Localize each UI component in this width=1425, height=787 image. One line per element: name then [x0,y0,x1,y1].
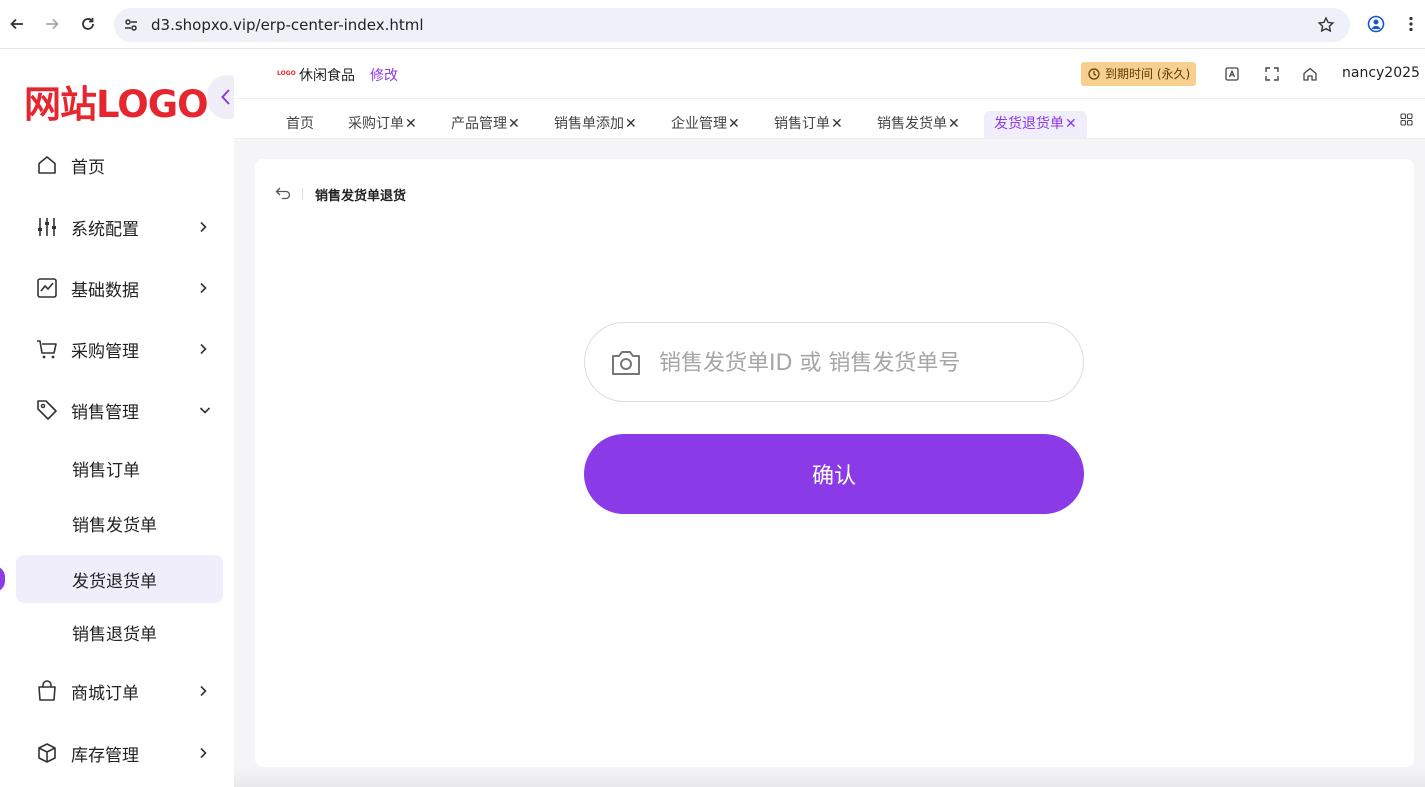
sidebar-item-label: 首页 [71,157,105,178]
sidebar-item-sales[interactable]: 销售管理 [16,386,223,434]
back-return-icon[interactable] [275,186,291,200]
chart-icon [36,277,58,299]
sidebar-item-mall-orders[interactable]: 商城订单 [16,667,223,715]
sidebar-item-inventory[interactable]: 库存管理 [16,729,223,777]
main-content: 销售发货单退货 确认 [255,159,1414,767]
tab-label: 企业管理 [671,116,727,132]
tab-label: 发货退货单 [994,116,1064,132]
camera-icon[interactable] [609,347,643,379]
tab-delivery-return[interactable]: 发货退货单✕ [984,111,1087,138]
sidebar-subitem-label: 销售订单 [72,460,140,481]
sidebar-item-label: 基础数据 [71,280,139,301]
bag-icon [36,680,58,702]
sidebar-item-label: 商城订单 [71,683,139,704]
tab-purchase-order[interactable]: 采购订单✕ [348,111,417,138]
sidebar-subitem-sales-order[interactable]: 销售订单 [16,444,223,492]
sidebar-subitem-label: 销售退货单 [72,624,157,645]
bookmark-star-icon[interactable] [1317,16,1335,34]
browser-menu-icon[interactable] [1400,13,1422,35]
chevron-right-icon [199,343,207,355]
sidebar-subitem-sales-delivery[interactable]: 销售发货单 [16,499,223,547]
confirm-button[interactable]: 确认 [584,434,1084,514]
search-field[interactable] [584,322,1084,402]
chevron-right-icon [199,221,207,233]
chevron-right-icon [199,747,207,759]
close-icon[interactable]: ✕ [508,116,520,132]
shop-name: 休闲食品 [299,68,355,84]
reload-icon[interactable] [77,13,99,35]
tab-home[interactable]: 首页 [286,111,314,138]
translate-icon[interactable] [1224,66,1240,82]
close-icon[interactable]: ✕ [1065,116,1077,132]
address-bar[interactable]: d3.shopxo.vip/erp-center-index.html [114,8,1350,42]
page-title: 销售发货单退货 [315,189,407,204]
home-icon [36,154,58,176]
sidebar-item-home[interactable]: 首页 [16,141,223,189]
tab-sales-order-add[interactable]: 销售单添加✕ [554,111,637,138]
sidebar-item-label: 库存管理 [71,745,139,766]
forward-arrow-icon[interactable] [41,13,63,35]
username[interactable]: nancy2025 [1342,65,1420,81]
tab-label: 销售发货单 [877,116,947,132]
sidebar-item-label: 采购管理 [71,341,139,362]
box-icon [36,742,58,764]
expire-label: 到期时间 (永久) [1105,67,1191,81]
sliders-icon [36,216,58,238]
sidebar-item-purchase[interactable]: 采购管理 [16,325,223,373]
top-header: LOGO 休闲食品 修改 到期时间 (永久) nancy2025 [234,49,1425,99]
sidebar-item-label: 系统配置 [71,219,139,240]
tab-label: 销售单添加 [554,116,624,132]
expire-badge: 到期时间 (永久) [1081,62,1197,86]
close-icon[interactable]: ✕ [831,116,843,132]
tab-label: 首页 [286,116,314,132]
sidebar-subitem-sales-return[interactable]: 销售退货单 [16,608,223,656]
tab-sales-delivery[interactable]: 销售发货单✕ [877,111,960,138]
sidebar: 网站LOGO 首页 系统配置 基础数据 采购管理 销售管理 销售订单 销售发货单… [0,49,247,787]
url-text[interactable]: d3.shopxo.vip/erp-center-index.html [151,16,424,34]
tab-label: 采购订单 [348,116,404,132]
tab-bar: 首页 采购订单✕ 产品管理✕ 销售单添加✕ 企业管理✕ 销售订单✕ 销售发货单✕… [234,99,1425,139]
close-icon[interactable]: ✕ [728,116,740,132]
site-logo[interactable]: 网站LOGO [24,74,209,128]
chevron-right-icon [199,282,207,294]
sidebar-subitem-delivery-return[interactable]: 发货退货单 [16,555,223,603]
chevron-left-icon [220,88,232,106]
chevron-down-icon [199,406,211,414]
clock-icon [1088,68,1100,80]
tab-enterprise-management[interactable]: 企业管理✕ [671,111,740,138]
edit-shop-link[interactable]: 修改 [370,65,398,85]
tag-icon [36,399,58,421]
cart-icon [36,338,58,360]
shop-logo: LOGO [277,70,296,77]
sidebar-subitem-label: 发货退货单 [72,571,157,592]
close-icon[interactable]: ✕ [948,116,960,132]
browser-toolbar: d3.shopxo.vip/erp-center-index.html [0,0,1425,49]
close-icon[interactable]: ✕ [625,116,637,132]
search-input[interactable] [659,343,1059,383]
fullscreen-icon[interactable] [1264,66,1280,82]
sidebar-subitem-label: 销售发货单 [72,515,157,536]
close-icon[interactable]: ✕ [405,116,417,132]
tab-product-management[interactable]: 产品管理✕ [451,111,520,138]
tab-label: 销售订单 [774,116,830,132]
site-settings-icon[interactable] [122,16,140,34]
home-icon[interactable] [1302,66,1318,82]
bottom-edge [234,767,1425,787]
breadcrumb-divider [302,188,303,200]
sidebar-item-label: 销售管理 [71,402,139,423]
profile-icon[interactable] [1365,13,1387,35]
back-arrow-icon[interactable] [6,13,28,35]
sidebar-item-basic-data[interactable]: 基础数据 [16,264,223,312]
tabs-grid-icon[interactable] [1400,113,1413,126]
chevron-right-icon [199,685,207,697]
tab-sales-order[interactable]: 销售订单✕ [774,111,843,138]
sidebar-item-system-config[interactable]: 系统配置 [16,203,223,251]
tab-label: 产品管理 [451,116,507,132]
